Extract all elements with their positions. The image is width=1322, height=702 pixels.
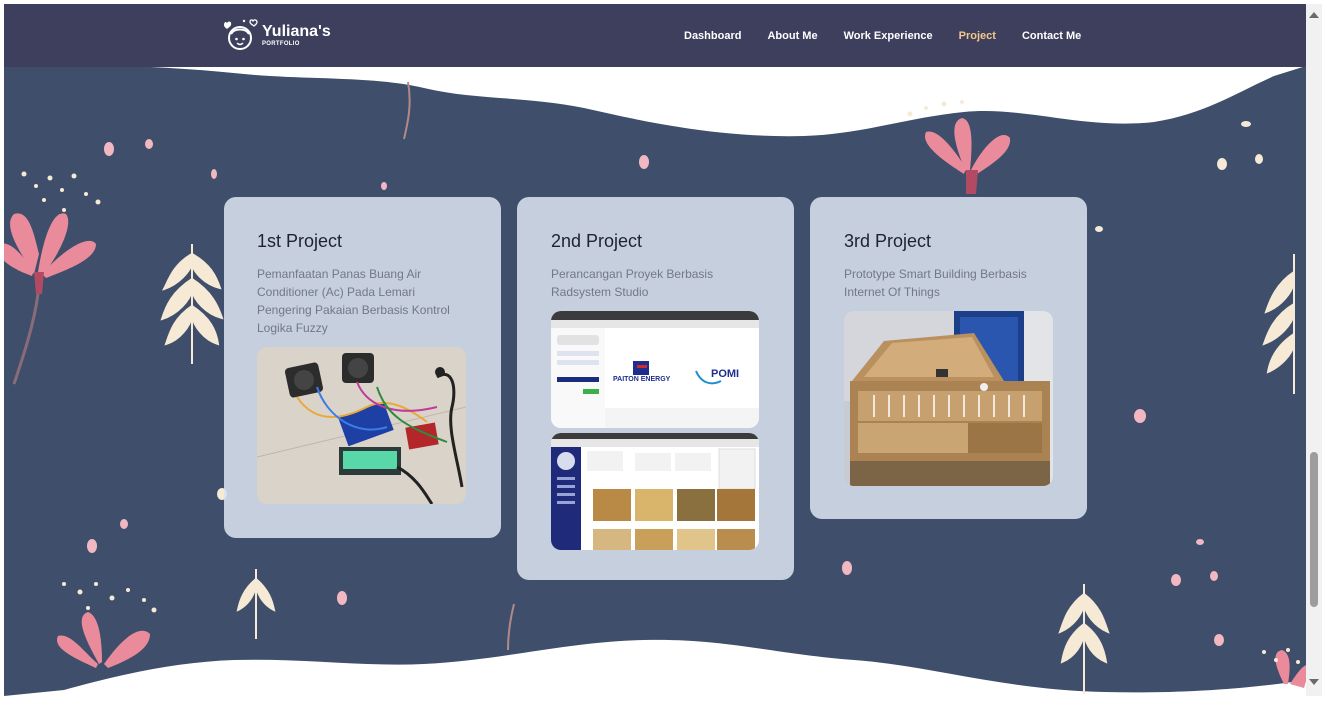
project-title: 2nd Project [551, 231, 643, 251]
nav-dashboard[interactable]: Dashboard [684, 30, 741, 42]
nav-work-experience[interactable]: Work Experience [844, 30, 933, 42]
project-card-3[interactable]: 3rd Project Prototype Smart Building Ber… [810, 197, 1087, 519]
scroll-up-arrow-icon[interactable] [1309, 12, 1319, 18]
vertical-scrollbar[interactable] [1306, 4, 1322, 696]
main-nav: Dashboard About Me Work Experience Proje… [684, 4, 1107, 67]
brand-subtitle: PORTFOLIO [262, 40, 300, 47]
girl-face-icon [224, 19, 258, 50]
project-description: Prototype Smart Building Berbasis Intern… [844, 267, 1027, 299]
company-logo-text: PAITON ENERGY [613, 376, 671, 383]
top-navbar: Yuliana's PORTFOLIO Dashboard About Me W… [4, 4, 1306, 67]
nav-contact-me[interactable]: Contact Me [1022, 30, 1081, 42]
scroll-down-arrow-icon[interactable] [1309, 679, 1319, 685]
nav-project[interactable]: Project [959, 30, 996, 42]
project-screenshot-login[interactable]: PAITON ENERGY POMI [551, 311, 759, 428]
brand-logo[interactable]: Yuliana's PORTFOLIO [224, 17, 331, 53]
scrollbar-thumb[interactable] [1310, 452, 1318, 607]
project-screenshot-dashboard[interactable] [551, 433, 759, 550]
pomi-logo-text: POMI [711, 368, 739, 380]
project-description: Pemanfaatan Panas Buang Air Conditioner … [257, 267, 450, 335]
project-title: 3rd Project [844, 231, 932, 251]
nav-about-me[interactable]: About Me [767, 30, 817, 42]
project-card-1[interactable]: 1st Project Pemanfaatan Panas Buang Air … [224, 197, 501, 538]
brand-title: Yuliana's [262, 22, 331, 40]
page-viewport: Yuliana's PORTFOLIO Dashboard About Me W… [4, 4, 1306, 696]
project-card-2[interactable]: 2nd Project Perancangan Proyek Berbasis … [517, 197, 794, 580]
project-photo-smart-building[interactable] [844, 311, 1053, 486]
project-title: 1st Project [257, 231, 343, 251]
project-photo-circuit[interactable] [257, 347, 466, 504]
project-description: Perancangan Proyek Berbasis Radsystem St… [551, 267, 714, 299]
